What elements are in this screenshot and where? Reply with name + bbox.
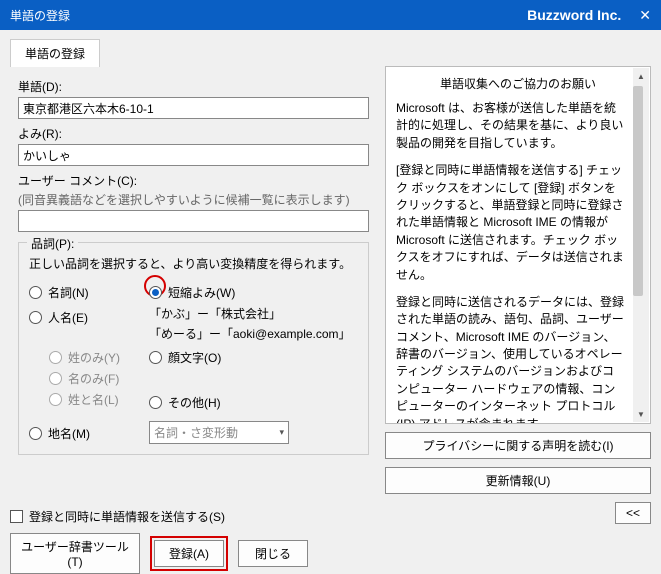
highlight-register: 登録(A) bbox=[150, 536, 228, 571]
register-button[interactable]: 登録(A) bbox=[154, 540, 224, 567]
comment-input[interactable] bbox=[18, 210, 369, 232]
send-checkbox[interactable] bbox=[10, 510, 23, 523]
radio-place-label: 地名(M) bbox=[48, 425, 90, 442]
tab-label: 単語の登録 bbox=[25, 47, 85, 61]
radio-short[interactable] bbox=[149, 286, 162, 299]
reading-label: よみ(R): bbox=[18, 125, 369, 142]
info-box: 単語収集へのご協力のお願い Microsoft は、お客様が送信した単語を統計的… bbox=[385, 66, 651, 424]
reading-input[interactable] bbox=[18, 144, 369, 166]
word-label: 単語(D): bbox=[18, 78, 369, 95]
pos-select[interactable]: 名詞・さ変形動 ▾ bbox=[149, 421, 289, 444]
pos-desc: 正しい品詞を選択すると、より高い変換精度を得られます。 bbox=[29, 255, 358, 272]
radio-fullname bbox=[49, 393, 62, 406]
privacy-button[interactable]: プライバシーに関する声明を読む(I) bbox=[385, 432, 651, 459]
word-input[interactable] bbox=[18, 97, 369, 119]
radio-person-label: 人名(E) bbox=[48, 309, 88, 326]
radio-short-label: 短縮よみ(W) bbox=[168, 284, 235, 301]
company-name: Buzzword Inc. bbox=[527, 7, 621, 23]
info-p2: [登録と同時に単語情報を送信する] チェック ボックスをオンにして [登録] ボ… bbox=[396, 162, 626, 284]
chevron-down-icon: ▾ bbox=[279, 427, 284, 438]
update-button[interactable]: 更新情報(U) bbox=[385, 467, 651, 494]
titlebar: 単語の登録 Buzzword Inc. ✕ bbox=[0, 0, 661, 30]
info-p1: Microsoft は、お客様が送信した単語を統計的に処理し、その結果を基に、よ… bbox=[396, 100, 626, 152]
radio-firstname-label: 名のみ(F) bbox=[68, 370, 119, 387]
radio-lastname bbox=[49, 351, 62, 364]
scrollbar[interactable]: ▲ ▼ bbox=[633, 68, 649, 422]
radio-person[interactable] bbox=[29, 311, 42, 324]
pos-fieldset: 品詞(P): 正しい品詞を選択すると、より高い変換精度を得られます。 名詞(N)… bbox=[18, 242, 369, 455]
radio-other[interactable] bbox=[149, 396, 162, 409]
radio-emoji[interactable] bbox=[149, 351, 162, 364]
comment-hint: (同音異義語などを選択しやすいように候補一覧に表示します) bbox=[18, 191, 369, 208]
radio-firstname bbox=[49, 372, 62, 385]
info-title: 単語収集へのご協力のお願い bbox=[396, 75, 640, 92]
comment-label: ユーザー コメント(C): bbox=[18, 172, 369, 189]
info-p3: 登録と同時に送信されるデータには、登録された単語の読み、語句、品詞、ユーザー コ… bbox=[396, 294, 626, 424]
radio-other-label: その他(H) bbox=[168, 394, 221, 411]
example-1: 「かぶ」ー「株式会社」 bbox=[149, 305, 358, 322]
window-title: 単語の登録 bbox=[10, 7, 70, 24]
collapse-button[interactable]: << bbox=[615, 502, 651, 524]
send-checkbox-label: 登録と同時に単語情報を送信する(S) bbox=[29, 508, 225, 525]
pos-legend: 品詞(P): bbox=[27, 235, 78, 252]
radio-fullname-label: 姓と名(L) bbox=[68, 391, 119, 408]
radio-emoji-label: 顔文字(O) bbox=[168, 349, 221, 366]
dict-tool-button[interactable]: ユーザー辞書ツール(T) bbox=[10, 533, 140, 574]
close-icon[interactable]: ✕ bbox=[639, 7, 651, 24]
pos-select-value: 名詞・さ変形動 bbox=[154, 424, 238, 441]
radio-noun-label: 名詞(N) bbox=[48, 284, 89, 301]
scroll-thumb[interactable] bbox=[633, 86, 643, 296]
example-2: 「めーる」ー「aoki@example.com」 bbox=[149, 325, 358, 342]
radio-place[interactable] bbox=[29, 427, 42, 440]
radio-lastname-label: 姓のみ(Y) bbox=[68, 349, 120, 366]
tab-register[interactable]: 単語の登録 bbox=[10, 39, 100, 67]
scroll-up-icon[interactable]: ▲ bbox=[633, 68, 649, 84]
scroll-down-icon[interactable]: ▼ bbox=[633, 406, 649, 422]
close-button[interactable]: 閉じる bbox=[238, 540, 308, 567]
radio-noun[interactable] bbox=[29, 286, 42, 299]
